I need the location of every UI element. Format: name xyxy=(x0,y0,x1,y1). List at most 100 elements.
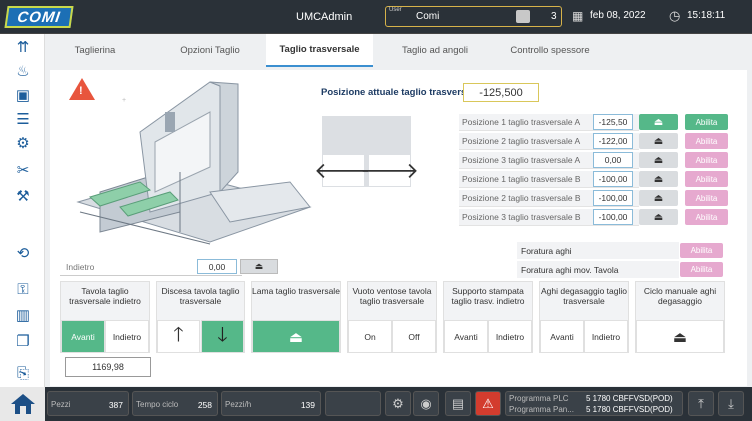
lama-button[interactable]: ⏏ xyxy=(252,320,340,353)
abilita-button[interactable]: Abilita xyxy=(685,114,728,130)
frame-icon[interactable]: ▣ xyxy=(12,86,34,104)
user-badge-icon xyxy=(516,10,530,23)
tab-controllo-spessore[interactable]: Controllo spessore xyxy=(490,34,610,67)
tab-taglierina[interactable]: Taglierina xyxy=(45,34,145,67)
upload-icon[interactable]: ⤒ xyxy=(688,391,714,416)
plc-label: Programma PLC xyxy=(509,394,569,403)
pan-label: Programma Pan... xyxy=(509,405,574,414)
card-tavola-title: Tavola taglio trasversale indietro xyxy=(69,286,141,306)
current-position-label: Posizione attuale taglio trasversale xyxy=(321,87,480,98)
clock-icon: ◷ xyxy=(669,8,681,23)
ciclo-button[interactable]: ⏏ xyxy=(636,320,724,353)
position-cut-icon[interactable]: ⏏ xyxy=(639,209,678,225)
foratura-aghi-abilita[interactable]: Abilita xyxy=(680,243,723,258)
position-value[interactable]: 0,00 xyxy=(593,152,633,168)
arrow-right-button[interactable]: 🡒 xyxy=(360,154,419,187)
pezzi-h-label: Pezzi/h xyxy=(225,400,252,409)
tempo-ciclo-field: Tempo ciclo 258 xyxy=(132,391,218,416)
alarm-icon[interactable]: ⚠ xyxy=(475,391,501,416)
pan-value: 5 1780 CBFFVSD(POD) xyxy=(586,405,673,414)
position-label: Posizione 3 taglio trasversale B xyxy=(462,212,581,222)
card-discesa-title: Discesa tavola taglio trasversale xyxy=(161,286,240,306)
list-icon[interactable]: ☰ xyxy=(12,110,34,128)
supporto-avanti-button[interactable]: Avanti xyxy=(444,320,488,353)
position-value[interactable]: -100,00 xyxy=(593,209,633,225)
load-icon[interactable]: ⇈ xyxy=(12,38,34,56)
sidebar: ⇈ ♨ ▣ ☰ ⚙ ✂ ⚒ ⟲ ⚿ ▥ ❐ ⎘ xyxy=(0,34,45,387)
app-title: UMCAdmin xyxy=(296,11,353,23)
calendar-icon: ▦ xyxy=(572,9,584,23)
tab-taglio-ad-angoli[interactable]: Taglio ad angoli xyxy=(380,34,490,67)
main-panel: + ! Posizione attuale taglio trasversale… xyxy=(50,70,747,386)
vuoto-on-button[interactable]: On xyxy=(348,320,392,353)
arrow-up-button[interactable]: 🡑 xyxy=(157,320,200,353)
card-aghi: Aghi degasaggio taglio trasversale Avant… xyxy=(539,281,629,353)
position-cut-icon[interactable]: ⏏ xyxy=(639,133,678,149)
tab-taglio-trasversale[interactable]: Taglio trasversale xyxy=(266,34,373,67)
download-icon[interactable]: ⤓ xyxy=(718,391,744,416)
card-ciclo-title: Ciclo manuale aghi degasaggio xyxy=(643,286,717,306)
flame-icon[interactable]: ♨ xyxy=(12,62,34,80)
position-value[interactable]: -100,00 xyxy=(593,190,633,206)
abilita-button[interactable]: Abilita xyxy=(685,209,728,225)
position-value[interactable]: -122,00 xyxy=(593,133,633,149)
program-field: Programma PLC 5 1780 CBFFVSD(POD) Progra… xyxy=(505,391,683,416)
position-label: Posizione 3 taglio trasversale A xyxy=(462,155,581,165)
scroll-icon[interactable]: ⎘ xyxy=(12,364,34,382)
card-vuoto-title: Vuoto ventose tavola taglio trasversale xyxy=(352,286,432,306)
camera-icon[interactable]: ◉ xyxy=(413,391,439,416)
user-level: 3 xyxy=(551,11,557,22)
position-label: Posizione 2 taglio trasversale B xyxy=(462,193,581,203)
foratura-mov-tavola-label: Foratura aghi mov. Tavola xyxy=(517,261,679,278)
wrench-icon[interactable]: ⚿ xyxy=(12,280,34,298)
abilita-button[interactable]: Abilita xyxy=(685,171,728,187)
position-cut-icon[interactable]: ⏏ xyxy=(639,152,678,168)
arrow-down-button[interactable]: 🡓 xyxy=(201,320,244,353)
robot-icon[interactable]: ⚒ xyxy=(12,187,34,205)
abilita-button[interactable]: Abilita xyxy=(685,190,728,206)
position-label: Posizione 1 taglio trasversale B xyxy=(462,174,581,184)
supporto-indietro-button[interactable]: Indietro xyxy=(488,320,532,353)
vuoto-off-button[interactable]: Off xyxy=(392,320,436,353)
tab-opzioni-taglio[interactable]: Opzioni Taglio xyxy=(155,34,265,67)
card-aghi-title: Aghi degasaggio taglio trasversale xyxy=(540,286,627,306)
aghi-avanti-button[interactable]: Avanti xyxy=(540,320,584,353)
gear-icon[interactable]: ⚙ xyxy=(385,391,411,416)
user-name: Comi xyxy=(416,11,440,22)
arrow-left-button[interactable]: 🡐 xyxy=(314,154,373,187)
cut-icon[interactable]: ✂ xyxy=(12,161,34,179)
tavola-indietro-button[interactable]: Indietro xyxy=(105,320,149,353)
user-box[interactable]: User Comi 3 xyxy=(385,6,562,27)
indietro-cut-icon[interactable]: ⏏ xyxy=(240,259,278,274)
time: 15:18:11 xyxy=(687,10,726,21)
card-tavola: Tavola taglio trasversale indietro Avant… xyxy=(60,281,150,353)
tavola-avanti-button[interactable]: Avanti xyxy=(61,320,105,353)
position-cut-icon[interactable]: ⏏ xyxy=(639,171,678,187)
conveyor-icon[interactable]: ⚙ xyxy=(12,134,34,152)
date: feb 08, 2022 xyxy=(590,10,646,21)
comi-logo: COMI xyxy=(4,6,74,28)
card-supporto: Supporto stampata taglio trasv. indietro… xyxy=(443,281,533,353)
card-supporto-title: Supporto stampata taglio trasv. indietro xyxy=(451,286,525,306)
position-value[interactable]: -100,00 xyxy=(593,171,633,187)
abilita-button[interactable]: Abilita xyxy=(685,133,728,149)
cycle-icon[interactable]: ⟲ xyxy=(12,244,34,262)
position-cut-icon[interactable]: ⏏ xyxy=(639,114,678,130)
pezzi-value: 387 xyxy=(108,400,123,410)
tempo-ciclo-value: 258 xyxy=(197,400,212,410)
aghi-indietro-button[interactable]: Indietro xyxy=(584,320,628,353)
user-caption: User xyxy=(389,7,402,13)
chart-icon[interactable]: ▥ xyxy=(12,306,34,324)
tab-bar: Taglierina Opzioni Taglio Taglio trasver… xyxy=(45,34,752,67)
position-value[interactable]: -125,50 xyxy=(593,114,633,130)
machine-illustration: + xyxy=(76,81,312,245)
screen-icon[interactable]: ▤ xyxy=(445,391,471,416)
card-discesa: Discesa tavola taglio trasversale 🡑 🡓 xyxy=(156,281,245,353)
tempo-ciclo-label: Tempo ciclo xyxy=(136,400,179,409)
position-cut-icon[interactable]: ⏏ xyxy=(639,190,678,206)
foratura-mov-tavola-abilita[interactable]: Abilita xyxy=(680,262,723,277)
indietro-value[interactable]: 0,00 xyxy=(197,259,237,274)
home-icon[interactable] xyxy=(0,387,45,421)
document-icon[interactable]: ❐ xyxy=(12,332,34,350)
abilita-button[interactable]: Abilita xyxy=(685,152,728,168)
